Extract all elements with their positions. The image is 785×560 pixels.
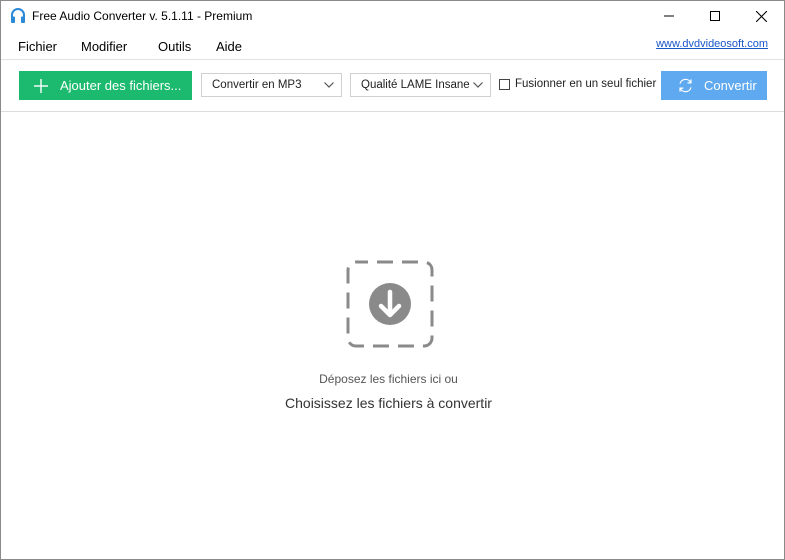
menu-bar: Fichier Modifier Outils Aide www.dvdvide… — [1, 33, 784, 59]
convert-label: Convertir — [704, 78, 757, 93]
merge-checkbox[interactable] — [499, 78, 510, 90]
drop-instruction: Déposez les fichiers ici ou — [319, 372, 458, 386]
title-bar: Free Audio Converter v. 5.1.11 - Premium — [1, 1, 784, 31]
maximize-button[interactable] — [692, 1, 738, 31]
quality-select-value: Qualité LAME Insane — [361, 79, 470, 91]
minimize-icon — [664, 15, 674, 17]
chevron-down-icon — [324, 82, 334, 88]
menu-aide[interactable]: Aide — [216, 39, 242, 54]
menu-modifier[interactable]: Modifier — [81, 39, 127, 54]
close-button[interactable] — [738, 1, 784, 31]
chevron-down-icon — [473, 82, 483, 88]
drop-zone[interactable]: Déposez les fichiers ici ou Choisissez l… — [1, 112, 784, 559]
close-icon — [755, 10, 767, 22]
choose-files-link[interactable]: Choisissez les fichiers à convertir — [1, 395, 776, 411]
headphones-icon — [9, 7, 27, 25]
merge-label: Fusionner en un seul fichier — [515, 78, 657, 90]
format-select[interactable]: Convertir en MP3 — [201, 73, 342, 97]
plus-icon — [34, 78, 48, 93]
add-files-label: Ajouter des fichiers... — [60, 78, 182, 93]
maximize-icon — [710, 11, 720, 21]
website-link[interactable]: www.dvdvideosoft.com — [656, 38, 768, 50]
add-files-button[interactable]: Ajouter des fichiers... — [19, 71, 192, 100]
menu-fichier[interactable]: Fichier — [18, 39, 57, 54]
window-title: Free Audio Converter v. 5.1.11 - Premium — [32, 9, 253, 23]
menu-outils[interactable]: Outils — [158, 39, 191, 54]
merge-option[interactable]: Fusionner en un seul fichier — [499, 78, 656, 90]
toolbar: Ajouter des fichiers... Convertir en MP3… — [1, 60, 784, 111]
format-select-value: Convertir en MP3 — [212, 79, 302, 91]
download-arrow-icon — [346, 260, 434, 348]
app-window: Free Audio Converter v. 5.1.11 - Premium… — [0, 0, 785, 560]
quality-select[interactable]: Qualité LAME Insane — [350, 73, 491, 97]
convert-button[interactable]: Convertir — [661, 71, 767, 100]
minimize-button[interactable] — [646, 1, 692, 31]
refresh-icon — [679, 78, 692, 93]
